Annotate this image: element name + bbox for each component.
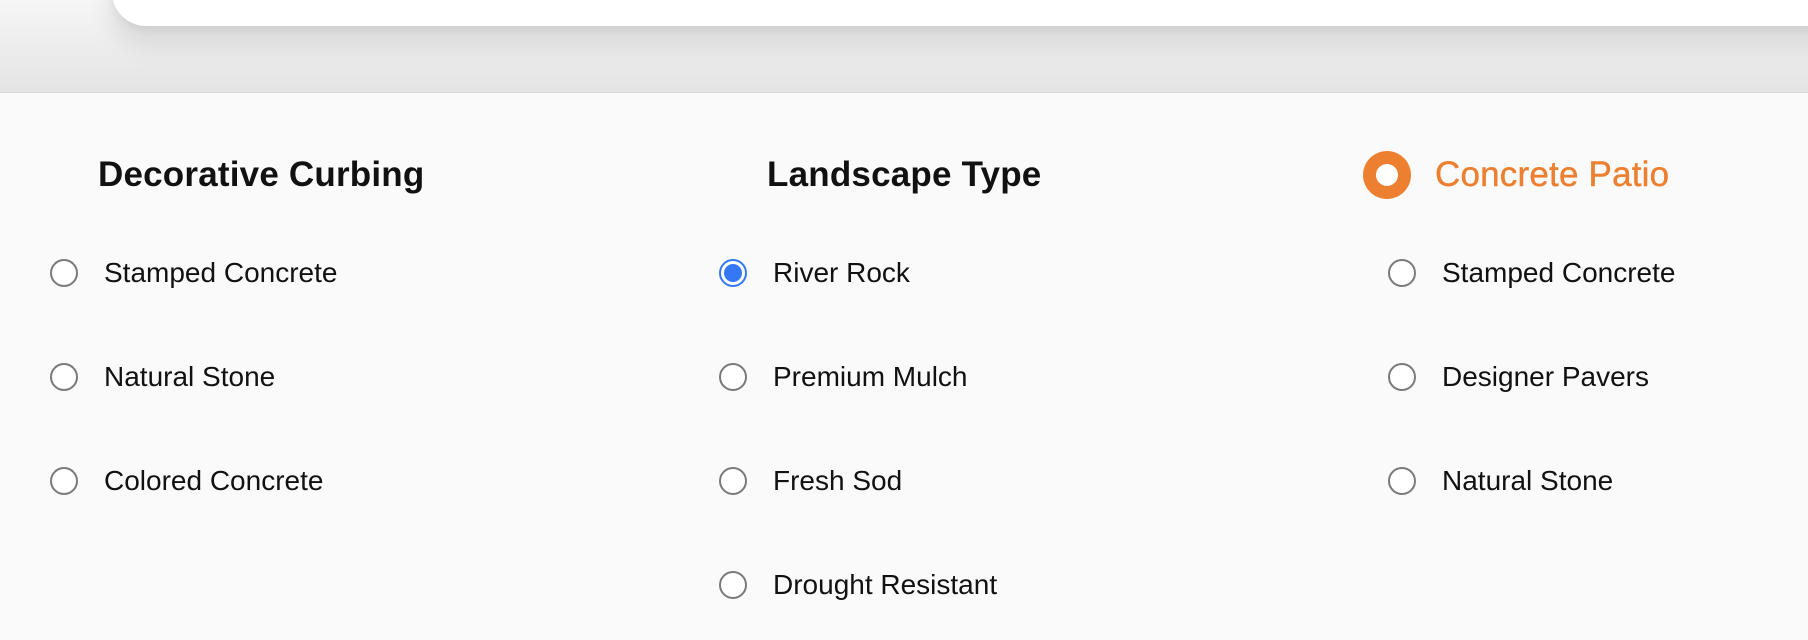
option-designer-pavers[interactable]: Designer Pavers [1388,357,1649,397]
option-label: Natural Stone [1442,465,1614,496]
radio-button[interactable] [1388,363,1416,391]
radio-button[interactable] [50,467,78,495]
option-label: Natural Stone [104,361,276,392]
option-label: Drought Resistant [773,569,998,600]
radio-button[interactable] [719,571,747,599]
top-card [112,0,1808,26]
option-label: Fresh Sod [773,465,903,496]
radio-button[interactable] [719,363,747,391]
option-label: Colored Concrete [104,465,324,496]
radio-button[interactable] [719,467,747,495]
option-drought-resistant[interactable]: Drought Resistant [719,565,997,605]
radio-button-checked[interactable] [719,259,747,287]
group-title: Landscape Type [767,155,1042,194]
group-title: Concrete Patio [1435,155,1670,194]
radio-button[interactable] [50,363,78,391]
group-header: Landscape Type [767,149,1041,201]
option-stamped-concrete[interactable]: Stamped Concrete [1388,253,1675,293]
option-label: Stamped Concrete [104,257,338,288]
top-shadow-band [0,0,1808,93]
group-title: Decorative Curbing [98,155,425,194]
option-colored-concrete[interactable]: Colored Concrete [50,461,323,501]
option-natural-stone[interactable]: Natural Stone [1388,461,1613,501]
group-header[interactable]: Concrete Patio [1363,149,1669,201]
option-premium-mulch[interactable]: Premium Mulch [719,357,967,397]
category-radio-selected[interactable] [1363,151,1411,199]
option-river-rock[interactable]: River Rock [719,253,910,293]
radio-button[interactable] [1388,467,1416,495]
option-natural-stone[interactable]: Natural Stone [50,357,275,397]
radio-button[interactable] [50,259,78,287]
radio-button[interactable] [1388,259,1416,287]
option-stamped-concrete[interactable]: Stamped Concrete [50,253,337,293]
group-header: Decorative Curbing [98,149,424,201]
option-label: River Rock [773,257,910,288]
option-label: Stamped Concrete [1442,257,1676,288]
option-label: Premium Mulch [773,361,968,392]
option-fresh-sod[interactable]: Fresh Sod [719,461,902,501]
options-panel: Decorative Curbing Stamped Concrete Natu… [0,93,1808,640]
option-label: Designer Pavers [1442,361,1649,392]
